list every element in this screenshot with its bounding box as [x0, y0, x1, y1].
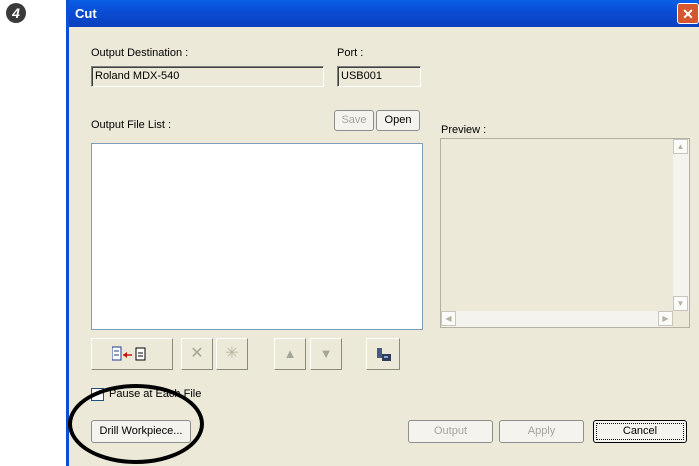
preview-horizontal-scrollbar[interactable]: ◀ ▶: [441, 311, 673, 327]
preview-pane: ▲ ▼ ◀ ▶: [440, 138, 690, 328]
add-file-button[interactable]: [91, 338, 173, 370]
open-button[interactable]: Open: [376, 110, 420, 131]
machine-icon: [376, 347, 392, 366]
move-down-icon[interactable]: ▼: [310, 338, 342, 370]
scroll-right-icon[interactable]: ▶: [658, 311, 673, 326]
step-marker: 4: [6, 3, 26, 23]
output-destination-field[interactable]: Roland MDX-540: [91, 66, 324, 87]
save-button[interactable]: Save: [334, 110, 374, 131]
output-button[interactable]: Output: [408, 420, 493, 443]
move-up-icon[interactable]: ▲: [274, 338, 306, 370]
output-settings-button[interactable]: [366, 338, 400, 370]
output-file-list-label: Output File List :: [91, 119, 172, 131]
scroll-up-icon[interactable]: ▲: [673, 139, 688, 154]
output-file-list[interactable]: [91, 143, 423, 330]
cancel-button[interactable]: Cancel: [593, 420, 687, 443]
apply-button[interactable]: Apply: [499, 420, 584, 443]
settings-icon[interactable]: ✳: [216, 338, 248, 370]
highlight-oval: [68, 384, 204, 464]
port-label: Port :: [337, 47, 364, 59]
scroll-left-icon[interactable]: ◀: [441, 311, 456, 326]
delete-icon[interactable]: ✕: [181, 338, 213, 370]
close-button[interactable]: ✕: [677, 3, 699, 24]
port-field[interactable]: USB001: [337, 66, 421, 87]
preview-label: Preview :: [441, 124, 487, 136]
window-title: Cut: [75, 6, 97, 21]
scroll-down-icon[interactable]: ▼: [673, 296, 688, 311]
preview-vertical-scrollbar[interactable]: ▲ ▼: [673, 139, 689, 311]
output-destination-label: Output Destination :: [91, 47, 189, 59]
add-file-icon: [111, 346, 154, 365]
title-bar: Cut ✕: [69, 0, 699, 27]
